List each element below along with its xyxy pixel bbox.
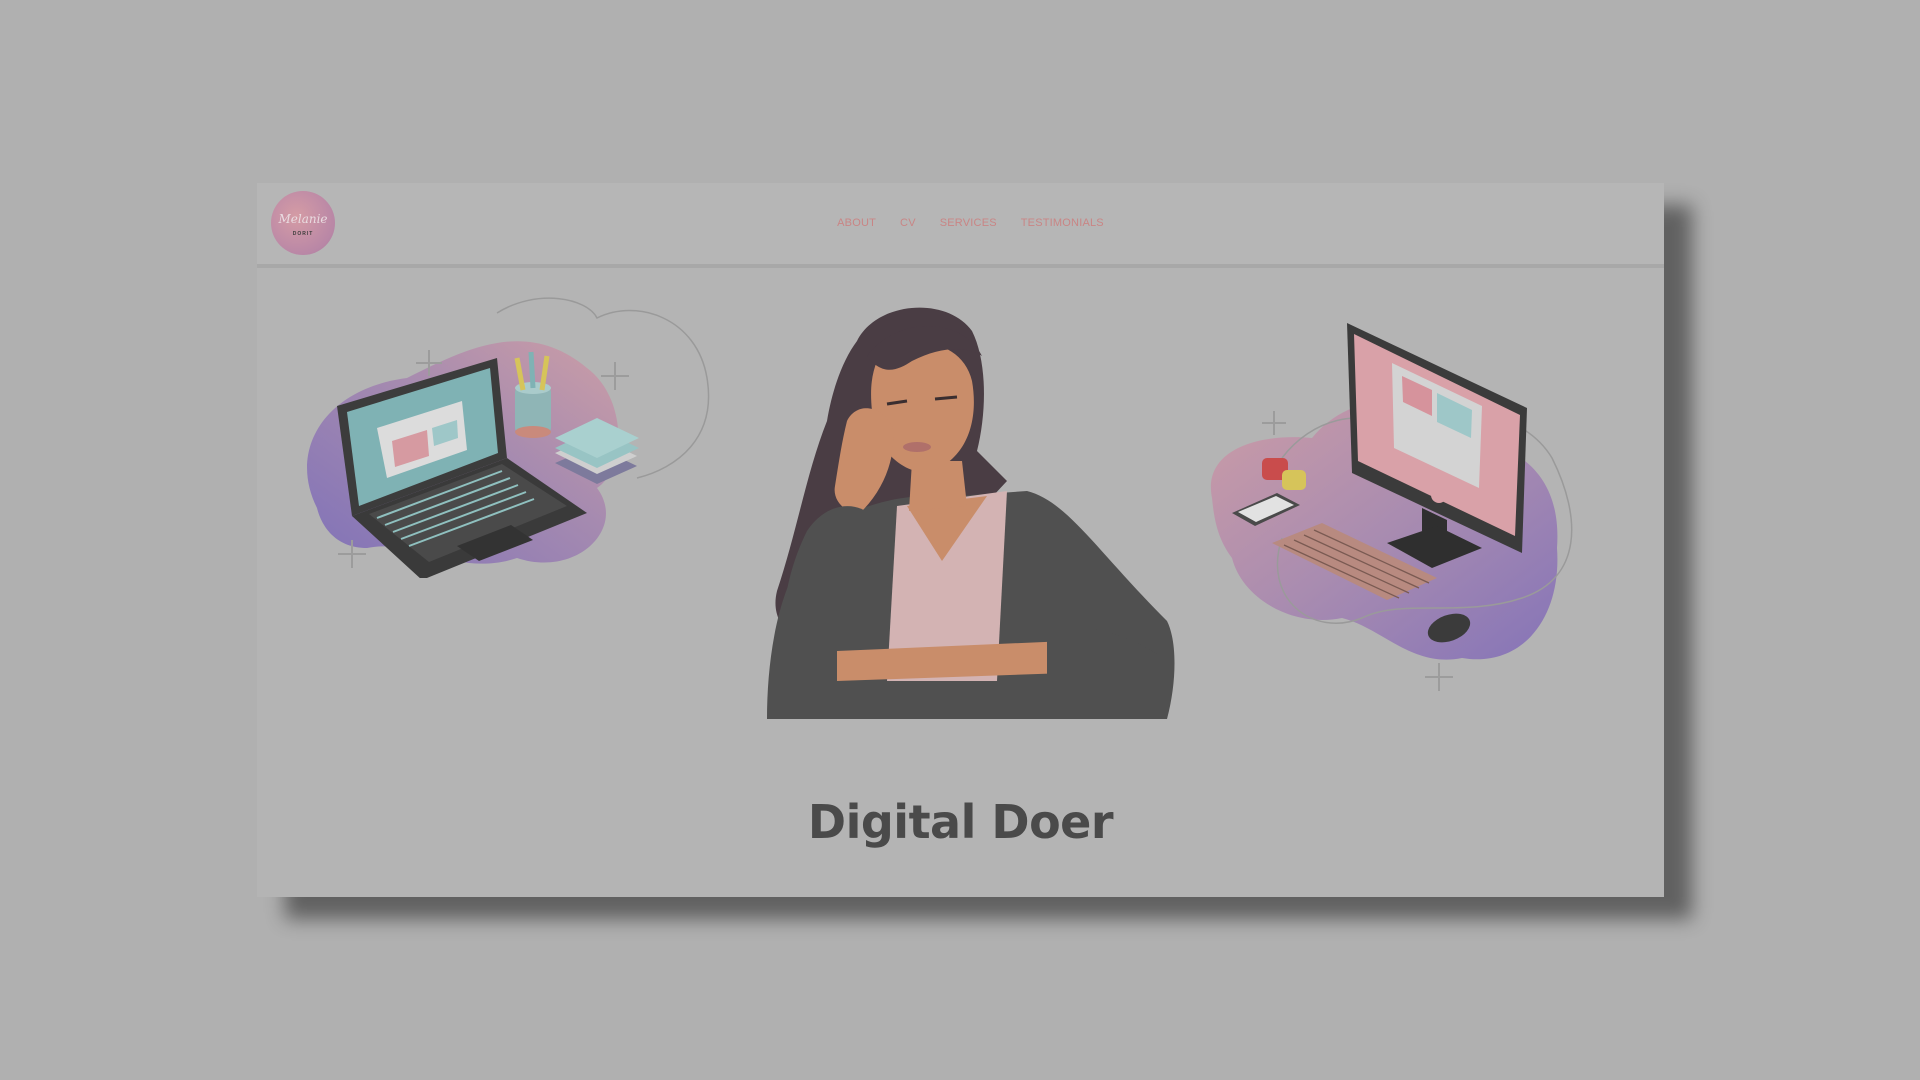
- woman-thinking-illustration: [767, 307, 1175, 719]
- nav-link-services[interactable]: SERVICES: [940, 217, 997, 229]
- desktop-computer-illustration: [1210, 323, 1573, 691]
- main-nav: ABOUT CV SERVICES TESTIMONIALS: [257, 217, 1664, 229]
- logo-tagline: DORIT: [292, 231, 314, 237]
- header-divider: [257, 264, 1664, 268]
- site-header: Melanie DORIT ABOUT CV SERVICES TESTIMON…: [257, 183, 1664, 264]
- nav-link-about[interactable]: ABOUT: [837, 217, 876, 229]
- website-window: Melanie DORIT ABOUT CV SERVICES TESTIMON…: [257, 183, 1664, 897]
- laptop-workspace-illustration: [307, 297, 710, 578]
- hero-title: Digital Doer: [807, 794, 1114, 849]
- nav-link-testimonials[interactable]: TESTIMONIALS: [1021, 217, 1104, 229]
- screenshot-stage: Melanie DORIT ABOUT CV SERVICES TESTIMON…: [0, 0, 1920, 1080]
- nav-link-cv[interactable]: CV: [900, 217, 916, 229]
- pencil-cup-icon: [514, 351, 551, 438]
